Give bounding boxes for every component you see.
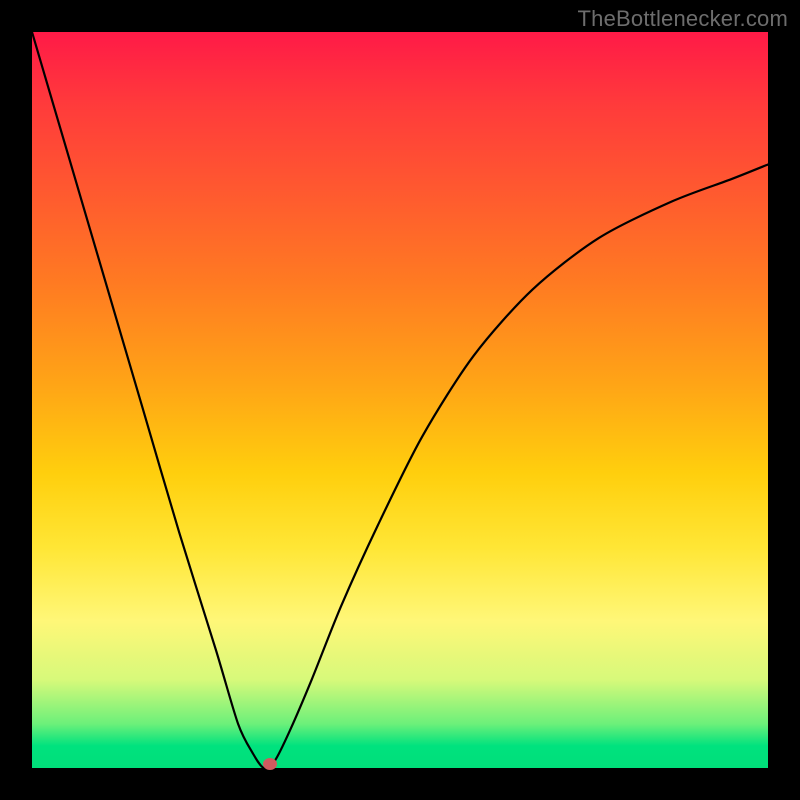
watermark-text: TheBottlenecker.com: [578, 6, 788, 32]
optimal-point-marker: [263, 758, 277, 770]
bottleneck-curve: [32, 32, 768, 768]
chart-frame: TheBottlenecker.com: [0, 0, 800, 800]
chart-plot-area: [32, 32, 768, 768]
